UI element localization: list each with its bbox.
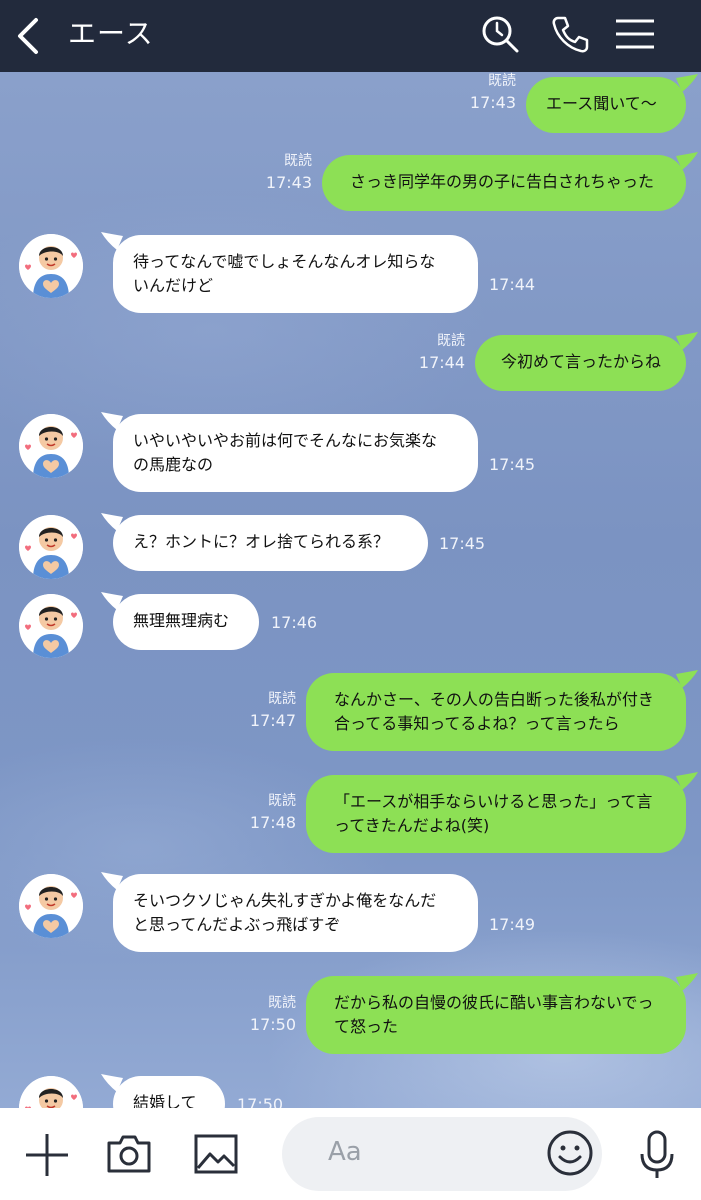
message-text: さっき同学年の男の子に告白されちゃった [350,172,655,191]
outgoing-message-bubble[interactable]: だから私の自慢の彼氏に酷い事言わないでっ て怒った [306,976,686,1054]
message-text-line: そいつクソじゃん失礼すぎかよ俺をなんだ [133,891,437,910]
bubble-tail [676,332,698,350]
microphone-icon[interactable] [638,1130,676,1180]
message-text-line: だから私の自慢の彼氏に酷い事言わないでっ [334,993,654,1012]
read-receipt: 既読 [437,333,465,349]
message-text: 今初めて言ったからね [501,352,662,371]
message-time: 17:45 [489,455,536,474]
camera-icon[interactable] [106,1134,152,1174]
phone-icon[interactable] [548,12,592,56]
read-receipt: 既読 [268,691,296,707]
read-receipt: 既読 [268,995,296,1011]
message-text-line: 「エースが相手ならいけると思った」って言 [334,792,653,811]
image-icon[interactable] [194,1134,238,1174]
message-text-line: 待ってなんで嘘でしょそんなんオレ知らな [133,252,436,271]
message-text-line: て怒った [334,1017,399,1036]
outgoing-message-bubble[interactable]: なんかさー、その人の告白断った後私が付き 合ってる事知ってるよね？って言ったら [306,673,686,751]
contact-avatar[interactable] [19,874,83,938]
message-text-line: の馬鹿なの [133,455,214,474]
bubble-tail [676,670,698,688]
message-meta: 既読 17:43 [440,70,516,114]
plus-icon[interactable] [24,1132,70,1178]
incoming-message-bubble[interactable]: 無理無理病む [113,594,259,650]
emoji-icon[interactable] [546,1129,594,1177]
bubble-tail [676,74,698,92]
message-text-line: と思ってんだよぶっ飛ばすぞ [133,915,341,934]
message-meta: 既読 17:47 [220,688,296,732]
chat-title: エース [68,17,154,50]
message-meta: 既読 17:50 [220,992,296,1036]
outgoing-message-bubble[interactable]: 「エースが相手ならいけると思った」って言 ってきたんだよね(笑) [306,775,686,853]
message-input-placeholder: Aa [328,1137,362,1167]
read-receipt: 既読 [268,793,296,809]
contact-avatar[interactable] [19,234,83,298]
menu-icon[interactable] [612,12,658,56]
message-text-line: 合ってる事知ってるよね？って言ったら [334,714,620,733]
read-receipt: 既読 [284,153,312,169]
outgoing-message-bubble[interactable]: さっき同学年の男の子に告白されちゃった [322,155,686,211]
message-meta: 既読 17:48 [220,790,296,834]
incoming-message-bubble[interactable]: 待ってなんで嘘でしょそんなんオレ知らな いんだけど [113,235,478,313]
bubble-tail [676,152,698,170]
back-chevron-icon[interactable] [12,14,48,58]
incoming-message-bubble[interactable]: そいつクソじゃん失礼すぎかよ俺をなんだ と思ってんだよぶっ飛ばすぞ [113,874,478,952]
chat-background [0,72,701,1108]
message-text-line: いやいやいやお前は何でそんなにお気楽な [133,431,438,450]
message-meta: 既読 17:44 [389,330,465,374]
bubble-tail [676,973,698,991]
message-time: 17:48 [249,813,296,832]
incoming-message-bubble[interactable]: いやいやいやお前は何でそんなにお気楽な の馬鹿なの [113,414,478,492]
message-time: 17:43 [265,173,312,192]
message-time: 17:49 [489,915,536,934]
message-time: 17:44 [489,275,536,294]
incoming-message-bubble[interactable]: え？ホントに？オレ捨てられる系？ [113,515,428,571]
message-time: 17:43 [469,93,516,112]
message-text-line: いんだけど [133,276,214,295]
contact-avatar[interactable] [19,515,83,579]
message-text-line: ってきたんだよね(笑) [334,816,490,835]
chat-header: エース [0,0,701,72]
outgoing-message-bubble[interactable]: 今初めて言ったからね [475,335,686,391]
message-text: エース聞いて〜 [546,94,657,113]
message-time: 17:47 [249,711,296,730]
message-time: 17:50 [249,1015,296,1034]
message-text: 無理無理病む [133,611,230,630]
outgoing-message-bubble[interactable]: エース聞いて〜 [526,77,686,133]
message-time: 17:45 [439,534,486,553]
search-icon[interactable] [478,12,522,56]
message-time: 17:44 [418,353,465,372]
contact-avatar[interactable] [19,594,83,658]
message-time: 17:46 [271,613,318,632]
bubble-tail [676,772,698,790]
contact-avatar[interactable] [19,414,83,478]
message-text-line: なんかさー、その人の告白断った後私が付き [334,690,654,709]
message-meta: 既読 17:43 [236,150,312,194]
message-text: え？ホントに？オレ捨てられる系？ [133,532,390,551]
read-receipt: 既読 [488,73,516,89]
